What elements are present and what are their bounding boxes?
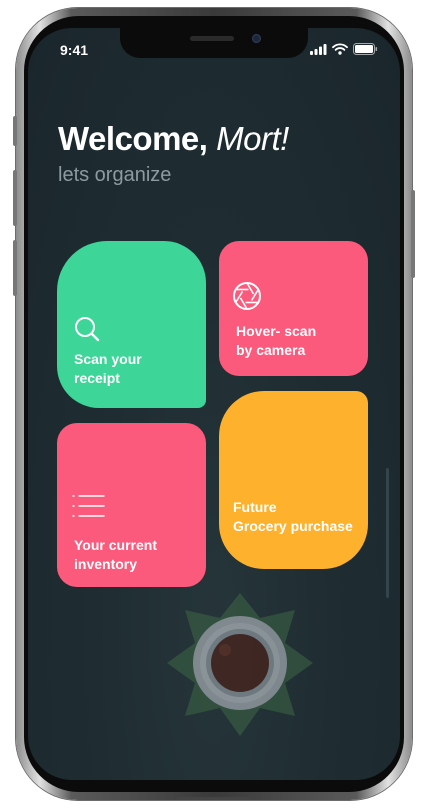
page-title: Welcome, Mort! <box>58 120 289 158</box>
notch <box>120 28 308 58</box>
future-grocery-card[interactable]: Future Grocery purchase <box>219 391 368 569</box>
status-icons <box>310 43 378 55</box>
volume-down-button <box>13 240 17 296</box>
inventory-card[interactable]: Your current inventory <box>57 423 206 587</box>
camera-aperture-icon <box>233 282 261 310</box>
inventory-label: Your current inventory <box>74 537 157 572</box>
list-icon <box>72 495 105 517</box>
user-name: Mort! <box>216 120 289 157</box>
front-camera <box>252 34 261 43</box>
app-screen: 9:41 Welcome, Mort! lets organize Scan y… <box>28 28 400 780</box>
greeting-text: Welcome, <box>58 120 208 157</box>
future-grocery-label: Future Grocery purchase <box>233 499 353 534</box>
speaker-grille <box>190 36 234 41</box>
home-indicator <box>176 797 252 800</box>
tea-cup-image <box>167 593 313 736</box>
scrollbar[interactable] <box>386 468 389 598</box>
page-subtitle: lets organize <box>58 164 172 186</box>
search-icon <box>75 317 100 342</box>
volume-up-button <box>13 170 17 226</box>
status-time: 9:41 <box>60 42 89 58</box>
scan-receipt-label: Scan your receipt <box>74 351 142 386</box>
hover-scan-card[interactable]: Hover- scan by camera <box>219 241 368 376</box>
cellular-signal-icon <box>310 43 327 55</box>
silent-switch <box>13 116 17 146</box>
power-button <box>411 190 415 278</box>
battery-icon <box>353 43 378 55</box>
wifi-icon <box>332 43 348 55</box>
hover-scan-label: Hover- scan by camera <box>236 323 317 358</box>
scan-receipt-card[interactable]: Scan your receipt <box>57 241 206 408</box>
